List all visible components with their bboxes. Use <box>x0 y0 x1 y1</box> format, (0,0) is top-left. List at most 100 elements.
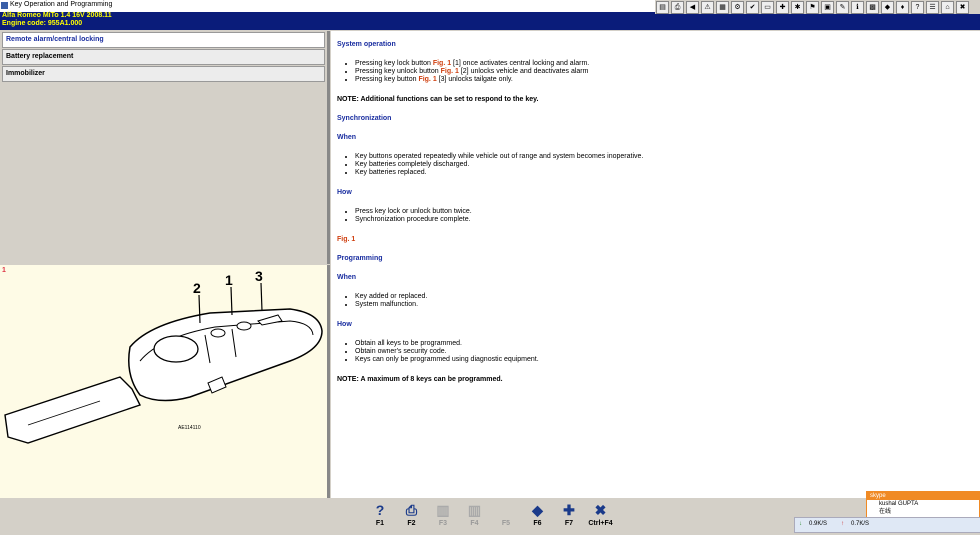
list-item: Key batteries completely discharged. <box>355 161 974 169</box>
heading-how: How <box>337 189 352 196</box>
callout-1: 1 <box>225 272 233 288</box>
skype-contact-name: kushal GUPTA <box>879 501 919 507</box>
fkey-label: F4 <box>470 520 479 527</box>
help-icon: ? <box>375 502 385 518</box>
fkey-label: F6 <box>533 520 542 527</box>
heading-when: When <box>337 134 357 141</box>
figure-code: AE114110 <box>178 425 201 431</box>
engine-code: Engine code: 955A1.000 <box>2 20 83 27</box>
fkey-label: F3 <box>438 520 448 527</box>
sync-how-list: Press key lock or unlock button twice. S… <box>337 208 974 224</box>
menu-item-battery-replacement[interactable]: Battery replacement <box>2 49 325 65</box>
heading-when: When <box>337 274 357 281</box>
window-title: Key Operation and Programming <box>10 1 113 8</box>
print-icon[interactable]: ⎙ <box>671 1 684 14</box>
fkey-f7[interactable]: ✚ F7 <box>555 500 583 532</box>
heading-how: How <box>337 321 352 328</box>
doc-icon[interactable]: ▣ <box>821 1 834 14</box>
network-speed-tray: ↓ 0.9K/S ↑ 0.7K/S <box>794 517 980 533</box>
menu-item-immobilizer[interactable]: Immobilizer <box>2 66 325 82</box>
prog-when-list: Key added or replaced. System malfunctio… <box>337 293 974 309</box>
list-item: Pressing key unlock button Fig. 1 [2] un… <box>355 68 974 76</box>
fkey-label: F1 <box>375 520 385 527</box>
fkey-label: F7 <box>564 520 574 527</box>
fkey-label: F5 <box>501 520 511 527</box>
content-pane: System operation Pressing key lock butto… <box>331 31 980 498</box>
fig-link[interactable]: Fig. 1 <box>441 68 459 75</box>
fkey-ctrl-f4[interactable]: ✖ Ctrl+F4 <box>587 500 615 532</box>
copy-icon: ▥ <box>467 502 482 518</box>
tools-icon: ✚ <box>563 502 575 518</box>
upload-speed: 0.7K/S <box>851 521 870 527</box>
top-toolbar: ▤ ⎙ ◀ ⚠ ▦ ⚙ ✔ ▭ ✚ ✱ ⚑ ▣ ✎ ℹ ▩ ◆ ♦? ☰ ⌂ ✖ <box>655 0 980 14</box>
info-icon[interactable]: ℹ <box>851 1 864 14</box>
heading-synchronization: Synchronization <box>337 115 392 122</box>
list-item: Keys can only be programmed using diagno… <box>355 356 974 364</box>
fkey-f3: ▥ F3 <box>429 500 457 532</box>
list-item: Press key lock or unlock button twice. <box>355 208 974 216</box>
tools-icon[interactable]: ✚ <box>776 1 789 14</box>
upload-arrow-icon: ↑ <box>841 521 844 527</box>
skype-contact-status: 在线 <box>879 509 892 515</box>
fkey-f6[interactable]: ◆ F6 <box>524 500 552 532</box>
flag-icon[interactable]: ⚑ <box>806 1 819 14</box>
vehicle-header: Alfa Romeo MiTo 1.4 16V 2008.11 Engine c… <box>0 12 655 30</box>
wrench-icon[interactable]: ✎ <box>836 1 849 14</box>
warning-icon[interactable]: ⚠ <box>701 1 714 14</box>
download-arrow-icon: ↓ <box>799 521 802 527</box>
copy-icon: ▥ <box>436 502 450 518</box>
menu-item-remote-alarm[interactable]: Remote alarm/central locking <box>2 32 325 48</box>
list-item: Obtain owner's security code. <box>355 348 974 356</box>
figure-panel: 1 2 1 3 AE114110 <box>0 265 330 498</box>
pdf-icon[interactable]: ▤ <box>656 1 669 14</box>
fig-link[interactable]: Fig. 1 <box>433 60 451 67</box>
book-icon[interactable]: ▦ <box>716 1 729 14</box>
fkey-label: F2 <box>407 520 416 527</box>
callout-2: 2 <box>193 280 201 296</box>
vehicle-model: Alfa Romeo MiTo 1.4 16V 2008.11 <box>2 12 112 19</box>
note-max-keys: NOTE: A maximum of 8 keys can be program… <box>337 376 503 383</box>
system-operation-list: Pressing key lock button Fig. 1 [1] once… <box>337 60 974 84</box>
card-icon[interactable]: ▭ <box>761 1 774 14</box>
sync-when-list: Key buttons operated repeatedly while ve… <box>337 153 974 177</box>
prog-how-list: Obtain all keys to be programmed. Obtain… <box>337 340 974 364</box>
list-item: Pressing key button Fig. 1 [3] unlocks t… <box>355 76 974 84</box>
list-item: Key buttons operated repeatedly while ve… <box>355 153 974 161</box>
fkey-f5: F5 <box>492 500 520 532</box>
plug-icon[interactable]: ♦ <box>896 1 909 14</box>
fkey-f2[interactable]: ⎙ F2 <box>398 500 426 532</box>
list-icon[interactable]: ☰ <box>926 1 939 14</box>
list-item: Obtain all keys to be programmed. <box>355 340 974 348</box>
list-item: System malfunction. <box>355 301 974 309</box>
grid-icon[interactable]: ▩ <box>866 1 879 14</box>
list-item: Key batteries replaced. <box>355 169 974 177</box>
fig-link[interactable]: Fig. 1 <box>418 76 436 83</box>
heading-programming: Programming <box>337 255 383 262</box>
fkey-f4: ▥ F4 <box>461 500 489 532</box>
fig-link[interactable]: Fig. 1 <box>337 236 974 243</box>
fkey-label: Ctrl+F4 <box>588 520 613 527</box>
download-speed: 0.9K/S <box>809 521 828 527</box>
bug-icon[interactable]: ✱ <box>791 1 804 14</box>
exit-icon[interactable]: ✖ <box>956 1 969 14</box>
skype-title: skype <box>867 492 979 500</box>
header-strip <box>655 14 980 30</box>
topic-menu: Remote alarm/central locking Battery rep… <box>0 31 330 264</box>
back-icon[interactable]: ◀ <box>686 1 699 14</box>
note-additional-functions: NOTE: Additional functions can be set to… <box>337 96 539 103</box>
list-item: Synchronization procedure complete. <box>355 216 974 224</box>
help-icon[interactable]: ? <box>911 1 924 14</box>
blank-icon <box>497 501 515 519</box>
car-icon[interactable]: ◆ <box>881 1 894 14</box>
print-icon: ⎙ <box>405 502 418 518</box>
fkey-f1[interactable]: ? F1 <box>366 500 394 532</box>
callout-3: 3 <box>255 268 263 284</box>
list-item: Key added or replaced. <box>355 293 974 301</box>
exit-icon: ✖ <box>594 502 607 518</box>
gear-icon[interactable]: ⚙ <box>731 1 744 14</box>
list-item: Pressing key lock button Fig. 1 [1] once… <box>355 60 974 68</box>
heading-system-operation: System operation <box>337 41 396 48</box>
home-icon[interactable]: ⌂ <box>941 1 954 14</box>
check-icon[interactable]: ✔ <box>746 1 759 14</box>
car-icon: ◆ <box>532 502 543 518</box>
